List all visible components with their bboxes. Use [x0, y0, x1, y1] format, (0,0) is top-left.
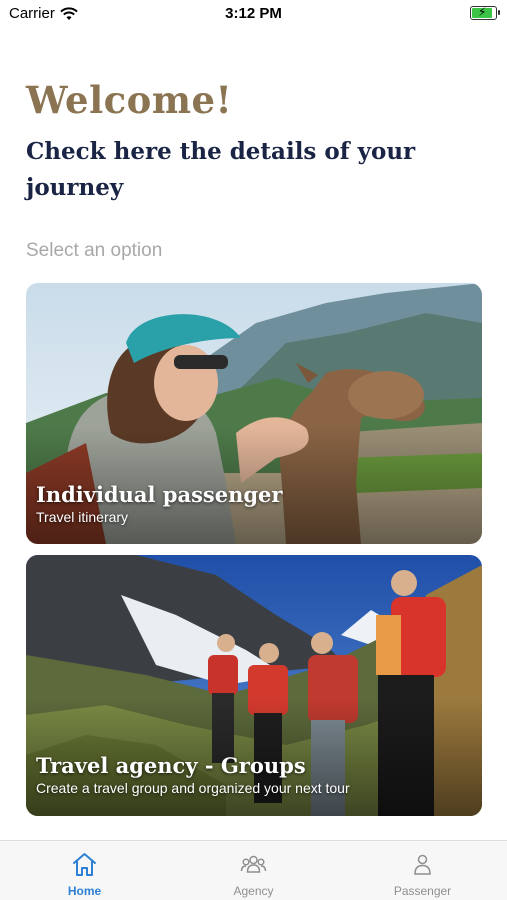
tab-bar: Home Agency Passenger: [0, 840, 507, 900]
individual-passenger-subtitle: Travel itinerary: [36, 509, 129, 525]
tab-passenger[interactable]: Passenger: [338, 841, 507, 900]
travel-agency-groups-card[interactable]: Travel agency - Groups Create a travel g…: [26, 555, 482, 816]
status-bar: Carrier 3:12 PM ⚡: [0, 0, 507, 28]
charging-bolt-icon: ⚡: [478, 5, 487, 19]
status-time: 3:12 PM: [225, 5, 282, 22]
travel-agency-groups-subtitle: Create a travel group and organized your…: [36, 780, 350, 796]
journey-subtitle: Check here the details of your journey: [26, 138, 416, 201]
tab-agency[interactable]: Agency: [169, 841, 338, 900]
travel-agency-groups-title: Travel agency - Groups: [36, 753, 306, 778]
tab-agency-label: Agency: [233, 884, 274, 898]
tab-home-label: Home: [67, 884, 102, 898]
group-icon: [240, 855, 267, 873]
tab-passenger-label: Passenger: [393, 884, 452, 898]
tab-home[interactable]: Home: [0, 841, 169, 900]
select-option-label: Select an option: [26, 240, 163, 261]
welcome-title: Welcome!: [26, 78, 233, 122]
individual-passenger-card[interactable]: Individual passenger Travel itinerary: [26, 283, 482, 544]
home-icon: [73, 853, 96, 876]
person-icon: [414, 854, 431, 875]
individual-passenger-title: Individual passenger: [36, 482, 283, 507]
battery-icon: ⚡: [470, 5, 500, 20]
